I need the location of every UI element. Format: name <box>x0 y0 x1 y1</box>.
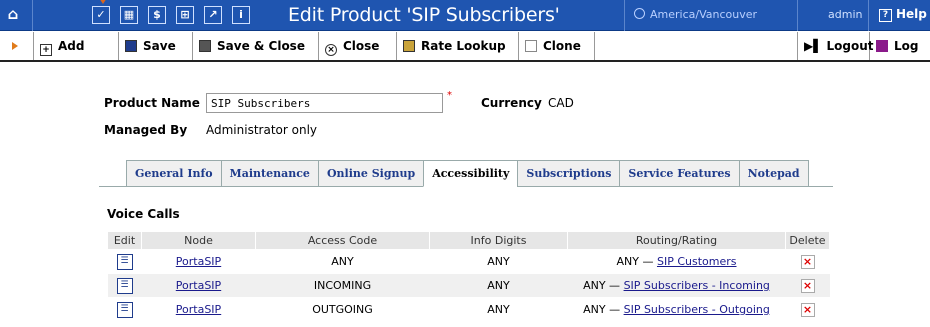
edit-icon[interactable]: ☰ <box>116 302 133 318</box>
user-name: admin <box>828 8 863 21</box>
table-row: ☰ PortaSIP OUTGOING ANY ANY — SIP Subscr… <box>107 297 830 322</box>
access-code-cell: OUTGOING <box>255 297 430 322</box>
rate-lookup-label: Rate Lookup <box>421 39 506 53</box>
node-link[interactable]: PortaSIP <box>176 279 221 292</box>
section-heading: Voice Calls <box>107 207 180 221</box>
grid-icon[interactable]: ▦ <box>120 6 138 24</box>
routing-cell: ANY — SIP Subscribers - Incoming <box>567 273 786 298</box>
routing-link[interactable]: SIP Subscribers - Outgoing <box>624 303 770 316</box>
column-header: Info Digits <box>429 231 568 250</box>
currency-label: Currency <box>481 96 542 110</box>
tab-general-info[interactable]: General Info <box>126 160 221 187</box>
rate-lookup-icon <box>403 40 415 52</box>
logout-icon: ▶▌ <box>804 39 823 53</box>
title-bar: ⌂ ✓ ▦ $ ⊞ ↗ i Edit Product 'SIP Subscrib… <box>0 0 930 31</box>
help-button[interactable]: ? Help <box>879 7 927 22</box>
help-icon: ? <box>879 9 892 22</box>
table-header-row: Edit Node Access Code Info Digits Routin… <box>107 231 830 250</box>
add-button[interactable]: + Add <box>33 32 119 60</box>
clock-icon <box>634 8 645 19</box>
column-header: Node <box>141 231 256 250</box>
help-label: Help <box>896 7 927 21</box>
routing-link[interactable]: SIP Customers <box>657 255 737 268</box>
save-close-button[interactable]: Save & Close <box>193 32 319 60</box>
tab-online-signup[interactable]: Online Signup <box>317 160 424 187</box>
required-marker: * <box>447 90 452 101</box>
delete-icon[interactable]: × <box>800 302 815 317</box>
column-header: Routing/Rating <box>567 231 786 250</box>
save-close-label: Save & Close <box>217 39 305 53</box>
timezone-label: America/Vancouver <box>650 8 758 21</box>
table-row: ☰ PortaSIP ANY ANY ANY — SIP Customers × <box>107 249 830 274</box>
timezone-link[interactable]: America/Vancouver <box>634 8 757 21</box>
routing-link[interactable]: SIP Subscribers - Incoming <box>624 279 770 292</box>
log-icon <box>876 40 888 52</box>
log-button[interactable]: Log <box>870 32 930 60</box>
close-icon: × <box>325 44 337 56</box>
info-digits-cell: ANY <box>429 273 568 298</box>
delete-icon[interactable]: × <box>800 254 815 269</box>
tab-accessibility[interactable]: Accessibility <box>423 160 518 187</box>
info-digits-cell: ANY <box>429 249 568 274</box>
voice-calls-table: Edit Node Access Code Info Digits Routin… <box>107 231 830 322</box>
home-icon[interactable]: ⌂ <box>4 6 22 24</box>
tab-maintenance[interactable]: Maintenance <box>220 160 318 187</box>
routing-cell: ANY — SIP Subscribers - Outgoing <box>567 297 786 322</box>
divider <box>868 0 869 31</box>
clone-icon <box>525 40 537 52</box>
edit-icon[interactable]: ☰ <box>116 278 133 294</box>
chart-icon[interactable]: ↗ <box>204 6 222 24</box>
node-link[interactable]: PortaSIP <box>176 303 221 316</box>
divider <box>32 0 33 31</box>
billing-icon[interactable]: ⊞ <box>176 6 194 24</box>
save-icon <box>125 40 137 52</box>
clone-label: Clone <box>543 39 581 53</box>
add-icon: + <box>40 44 52 56</box>
play-arrow-icon[interactable] <box>12 42 18 50</box>
managed-by-label: Managed By <box>104 123 188 137</box>
dollar-icon[interactable]: $ <box>148 6 166 24</box>
rate-lookup-button[interactable]: Rate Lookup <box>397 32 519 60</box>
logout-label: Logout <box>826 39 874 53</box>
divider <box>797 0 798 31</box>
tab-bar: General Info Maintenance Online Signup A… <box>126 160 809 187</box>
save-close-icon <box>199 40 211 52</box>
log-label: Log <box>894 39 919 53</box>
tab-subscriptions[interactable]: Subscriptions <box>517 160 620 187</box>
save-button[interactable]: Save <box>119 32 193 60</box>
tab-notepad[interactable]: Notepad <box>738 160 809 187</box>
current-marker-icon <box>99 0 107 4</box>
logout-button[interactable]: ▶▌ Logout <box>797 32 874 60</box>
access-code-cell: ANY <box>255 249 430 274</box>
column-header: Access Code <box>255 231 430 250</box>
divider <box>624 0 625 31</box>
tab-service-features[interactable]: Service Features <box>619 160 739 187</box>
checklist-icon[interactable]: ✓ <box>92 6 110 24</box>
page-title: Edit Product 'SIP Subscribers' <box>288 4 560 26</box>
managed-by-value: Administrator only <box>206 123 317 137</box>
access-code-cell: INCOMING <box>255 273 430 298</box>
edit-icon[interactable]: ☰ <box>116 254 133 270</box>
table-row: ☰ PortaSIP INCOMING ANY ANY — SIP Subscr… <box>107 273 830 298</box>
info-icon[interactable]: i <box>232 6 250 24</box>
node-link[interactable]: PortaSIP <box>176 255 221 268</box>
column-header: Edit <box>107 231 142 250</box>
info-digits-cell: ANY <box>429 297 568 322</box>
close-label: Close <box>343 39 380 53</box>
save-label: Save <box>143 39 176 53</box>
routing-prefix: ANY — <box>583 279 621 292</box>
toolbar: + Add Save Save & Close × Close Rate Looku… <box>0 32 930 62</box>
delete-icon[interactable]: × <box>800 278 815 293</box>
routing-cell: ANY — SIP Customers <box>567 249 786 274</box>
routing-prefix: ANY — <box>583 303 621 316</box>
column-header: Delete <box>785 231 830 250</box>
add-label: Add <box>58 39 85 53</box>
product-name-input[interactable] <box>206 93 443 113</box>
close-button[interactable]: × Close <box>319 32 397 60</box>
routing-prefix: ANY — <box>616 255 654 268</box>
clone-button[interactable]: Clone <box>519 32 595 60</box>
currency-value: CAD <box>548 96 574 110</box>
product-name-label: Product Name <box>104 96 200 110</box>
